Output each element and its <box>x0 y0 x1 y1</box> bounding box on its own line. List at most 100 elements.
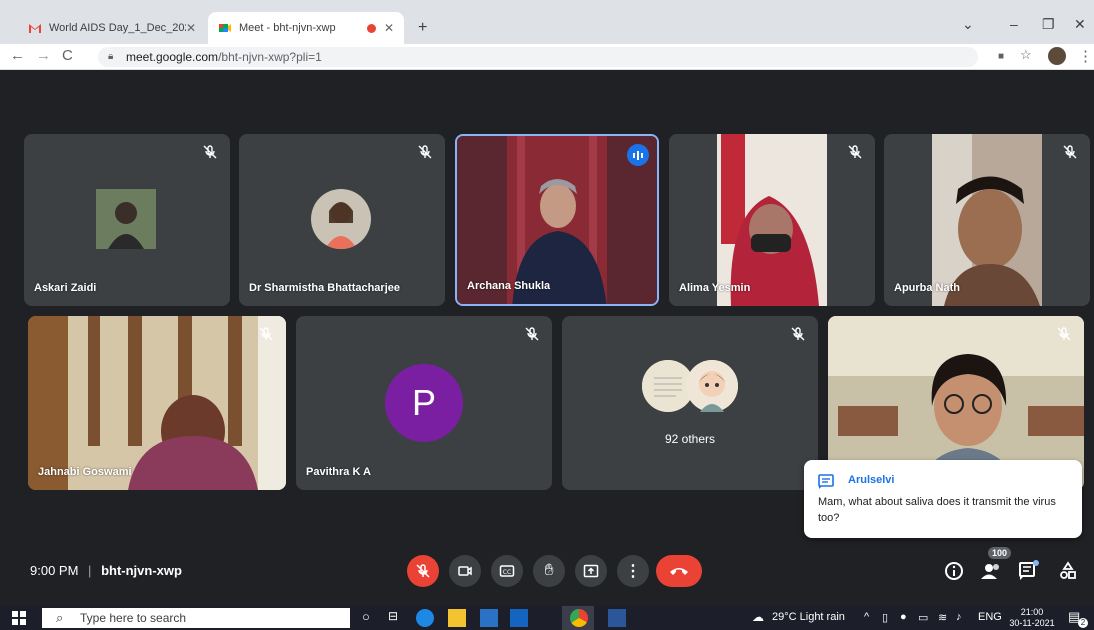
camera-in-use-icon[interactable]: ■ <box>998 51 1004 62</box>
taskbar-search-box[interactable]: ⌕ Type here to search <box>42 608 350 628</box>
store-icon[interactable] <box>480 609 498 627</box>
taskbar-clock[interactable]: 21:00 30-11-2021 <box>1006 607 1058 629</box>
forward-icon[interactable]: → <box>36 47 51 64</box>
task-view-icon[interactable]: ⊟ <box>388 609 398 623</box>
meeting-code: bht-njvn-xwp <box>101 563 182 578</box>
video-feed <box>884 134 1090 306</box>
mic-off-icon <box>525 327 539 341</box>
participant-tile[interactable]: Askari Zaidi <box>24 134 230 306</box>
new-tab-button[interactable]: + <box>408 12 437 44</box>
captions-icon: CC <box>499 565 515 577</box>
mic-off-icon <box>1063 145 1077 159</box>
volume-icon[interactable]: ♪ <box>956 611 962 623</box>
video-feed <box>28 316 286 490</box>
wifi-icon[interactable]: ≋ <box>938 611 947 624</box>
mic-toggle-button[interactable] <box>407 555 439 587</box>
present-button[interactable] <box>575 555 607 587</box>
notification-count-badge: 2 <box>1078 618 1088 628</box>
more-vert-icon: ⋮ <box>625 563 641 580</box>
tray-app-icon[interactable]: ▯ <box>882 611 888 624</box>
video-feed <box>669 134 875 306</box>
tab-meet[interactable]: Meet - bht-njvn-xwp ✕ <box>208 12 404 44</box>
address-bar[interactable]: 🔒︎ meet.google.com/bht-njvn-xwp?pli=1 <box>98 47 978 67</box>
meeting-info: 9:00 PM | bht-njvn-xwp <box>30 563 182 578</box>
chat-notification[interactable]: Arulselvi Mam, what about saliva does it… <box>804 460 1082 538</box>
leave-call-button[interactable] <box>656 555 702 587</box>
bookmark-star-icon[interactable]: ☆ <box>1020 47 1032 63</box>
more-options-button[interactable]: ⋮ <box>617 555 649 587</box>
meeting-separator: | <box>88 563 92 578</box>
chrome-icon[interactable] <box>570 609 588 627</box>
gmail-icon <box>28 21 42 35</box>
tab-label: Meet - bht-njvn-xwp <box>239 22 336 34</box>
profile-avatar[interactable] <box>1048 47 1066 65</box>
raise-hand-button[interactable]: ✋︎ <box>533 555 565 587</box>
show-hidden-icons[interactable]: ^ <box>864 611 869 623</box>
people-icon <box>981 564 999 579</box>
participant-name: Archana Shukla <box>467 280 551 292</box>
participant-tile[interactable]: Dr Sharmistha Bhattacharjee <box>239 134 445 306</box>
participant-tile-speaking[interactable]: Archana Shukla <box>455 134 659 306</box>
meeting-details-button[interactable] <box>944 561 964 586</box>
window-top-edge <box>0 0 1094 8</box>
participant-name: Dr Sharmistha Bhattacharjee <box>249 282 400 294</box>
weather-cloud-icon: ☁︎ <box>752 610 764 624</box>
mic-off-icon <box>418 145 432 159</box>
weather-text[interactable]: 29°C Light rain <box>772 611 845 623</box>
battery-icon[interactable]: ▭ <box>918 611 928 624</box>
people-button[interactable]: 100 <box>980 547 1012 586</box>
mic-off-icon <box>259 327 273 341</box>
lock-icon: 🔒︎ <box>108 51 114 62</box>
restore-icon[interactable]: ❐ <box>1042 16 1055 33</box>
chat-button[interactable] <box>1018 560 1039 586</box>
word-icon[interactable] <box>608 609 626 627</box>
tab-search-icon[interactable]: ⌄ <box>962 16 974 33</box>
search-icon: ⌕ <box>56 610 64 625</box>
participant-name: Apurba Nath <box>894 282 960 294</box>
file-explorer-icon[interactable] <box>448 609 466 627</box>
windows-start-icon[interactable] <box>10 609 28 627</box>
avatar-initial: P <box>385 364 463 442</box>
participant-tile[interactable]: Apurba Nath <box>884 134 1090 306</box>
language-indicator[interactable]: ENG <box>978 611 1002 623</box>
mic-off-icon <box>791 327 805 341</box>
browser-toolbar: ← → C 🔒︎ meet.google.com/bht-njvn-xwp?pl… <box>0 44 1094 70</box>
unread-dot <box>1033 560 1039 566</box>
activities-icon <box>1060 561 1076 579</box>
tab-strip: World AIDS Day_1_Dec_2021 - vc ✕ Meet - … <box>0 8 1094 44</box>
back-icon[interactable]: ← <box>10 47 25 64</box>
url-path: /bht-njvn-xwp?pli=1 <box>218 50 322 64</box>
menu-kebab-icon[interactable]: ⋮ <box>1078 47 1093 65</box>
captions-button[interactable]: CC <box>491 555 523 587</box>
tab-label: World AIDS Day_1_Dec_2021 - vc <box>49 22 186 34</box>
participant-tile[interactable]: Alima Yesmin <box>669 134 875 306</box>
edge-icon[interactable] <box>416 609 434 627</box>
cortana-icon[interactable]: ○ <box>362 609 370 624</box>
participant-tile[interactable]: P Pavithra K A <box>296 316 552 490</box>
mic-tray-icon[interactable]: ● <box>900 611 907 623</box>
speaking-indicator-icon <box>627 144 649 166</box>
reload-icon[interactable]: C <box>62 47 73 64</box>
close-tab-icon[interactable]: ✕ <box>186 21 196 35</box>
present-icon <box>583 564 599 578</box>
mic-off-icon <box>203 145 217 159</box>
participant-name: Alima Yesmin <box>679 282 751 294</box>
avatar <box>686 360 738 412</box>
hand-icon: ✋︎ <box>544 562 554 579</box>
close-tab-icon[interactable]: ✕ <box>384 21 394 35</box>
participant-tile[interactable]: Jahnabi Goswami <box>28 316 286 490</box>
mic-off-icon <box>416 564 430 578</box>
minimize-icon[interactable]: – <box>1010 16 1018 32</box>
close-window-icon[interactable]: ✕ <box>1074 16 1086 33</box>
avatar <box>96 189 156 249</box>
camera-toggle-button[interactable] <box>449 555 481 587</box>
chat-message: Mam, what about saliva does it transmit … <box>818 496 1056 524</box>
others-tile[interactable]: 92 others <box>562 316 818 490</box>
clock-date: 30-11-2021 <box>1009 618 1055 628</box>
mic-off-icon <box>848 145 862 159</box>
mic-off-icon <box>1057 327 1071 341</box>
info-icon <box>945 562 963 580</box>
mail-icon[interactable] <box>510 609 528 627</box>
activities-button[interactable] <box>1058 561 1078 586</box>
tab-gmail[interactable]: World AIDS Day_1_Dec_2021 - vc ✕ <box>18 12 206 44</box>
